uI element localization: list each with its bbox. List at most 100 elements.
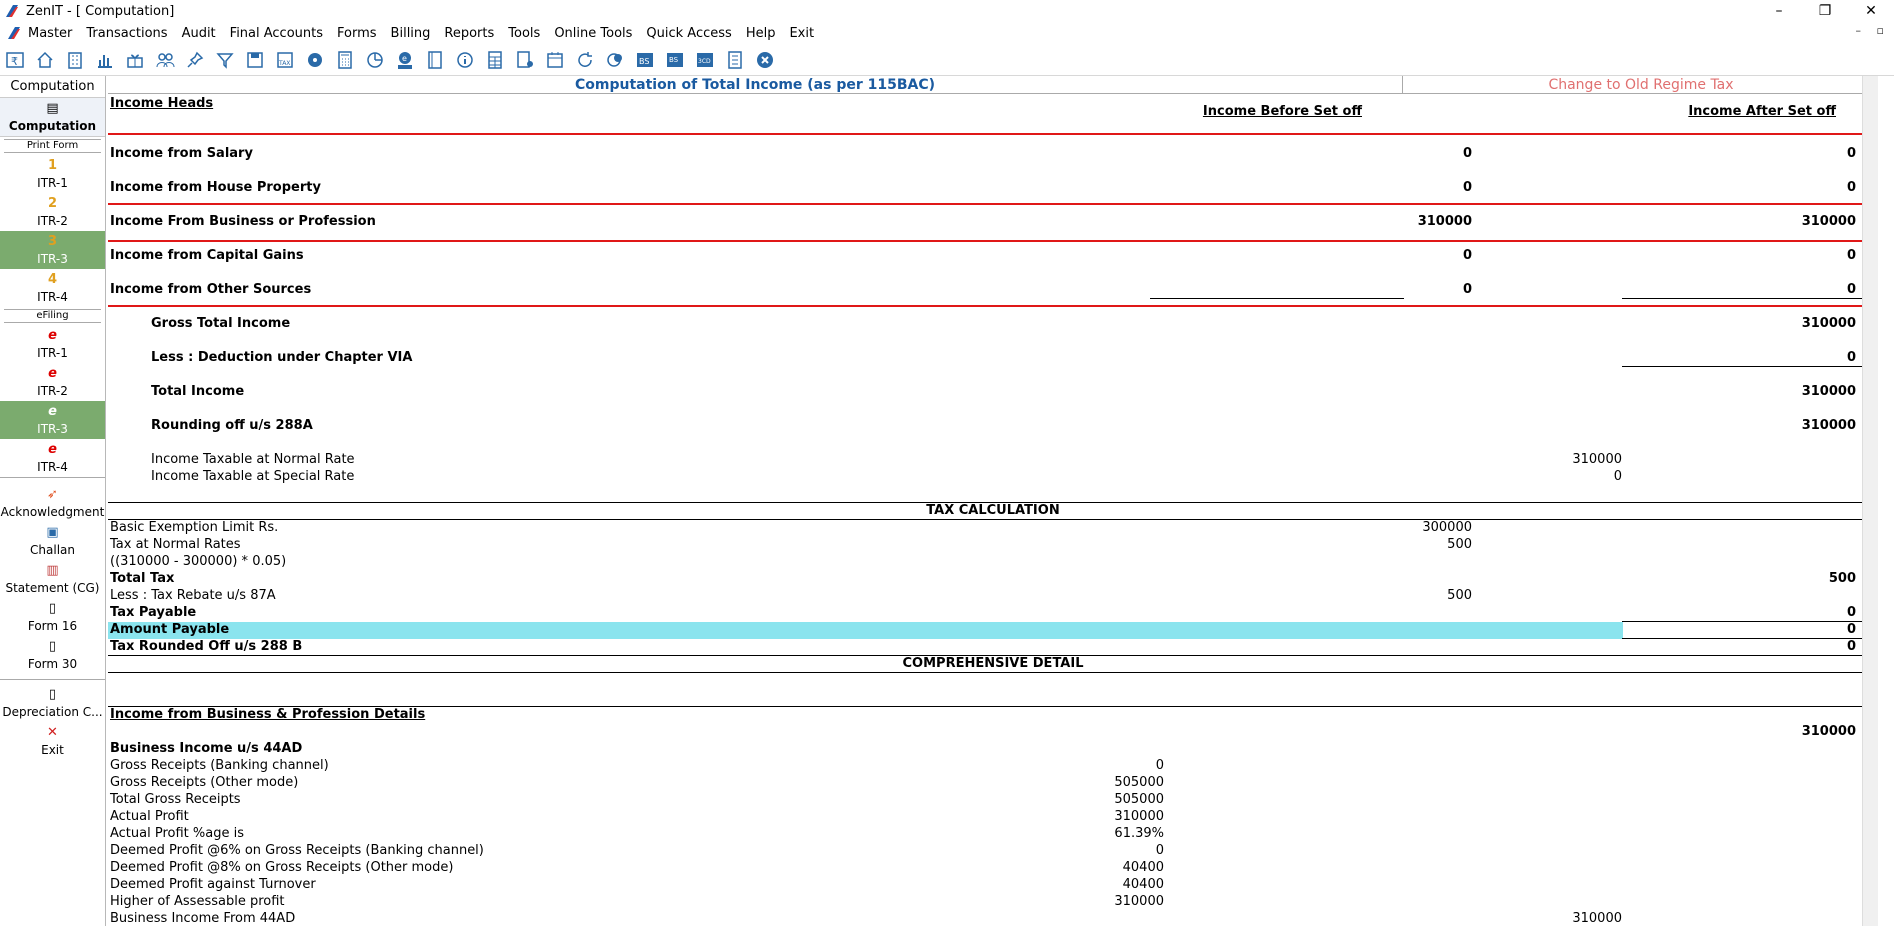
computation-title: Computation of Total Income (as per 115B…: [108, 76, 1403, 94]
sidebar-item-exit[interactable]: ✕ Exit: [0, 722, 105, 760]
menu-transactions[interactable]: Transactions: [86, 26, 167, 41]
taxable-label: Income Taxable at Special Rate: [151, 469, 355, 484]
sidebar-item-form-16[interactable]: ▯ Form 16: [0, 598, 105, 636]
sidebar-item-label: Computation: [8, 119, 97, 133]
building-icon[interactable]: [64, 49, 86, 71]
sidebar-item-depreciation[interactable]: ▯ Depreciation C...: [0, 684, 105, 722]
3cd-icon[interactable]: 3CD: [694, 49, 716, 71]
menu-forms[interactable]: Forms: [337, 26, 377, 41]
computation-header: Computation of Total Income (as per 115B…: [108, 76, 1878, 94]
menu-quick-access[interactable]: Quick Access: [646, 26, 731, 41]
income-heads-title: Income Heads: [110, 96, 214, 111]
menu-final-accounts[interactable]: Final Accounts: [230, 26, 323, 41]
epay-icon[interactable]: e: [394, 49, 416, 71]
subtotal-line: [1622, 366, 1874, 367]
total-value: 310000: [1801, 316, 1856, 331]
book-icon[interactable]: [424, 49, 446, 71]
col-before-setoff: Income Before Set off: [1202, 104, 1362, 119]
filter-icon[interactable]: [214, 49, 236, 71]
bar-chart-icon[interactable]: [94, 49, 116, 71]
rupee-icon[interactable]: ₹: [4, 49, 26, 71]
tax-icon[interactable]: TAX: [274, 49, 296, 71]
sidebar-item-efile-itr-1[interactable]: e ITR-1: [0, 325, 105, 363]
save-icon[interactable]: [244, 49, 266, 71]
vertical-scrollbar[interactable]: [1862, 76, 1878, 926]
close-circle-icon[interactable]: [754, 49, 776, 71]
menu-reports[interactable]: Reports: [444, 26, 494, 41]
form-list-icon[interactable]: [724, 49, 746, 71]
home-icon[interactable]: [34, 49, 56, 71]
menu-master[interactable]: Master: [28, 26, 72, 41]
bp-value: 61.39%: [1114, 826, 1164, 841]
close-button[interactable]: ✕: [1848, 0, 1894, 22]
menu-billing[interactable]: Billing: [391, 26, 431, 41]
sidebar-item-challan[interactable]: ▣ Challan: [0, 522, 105, 560]
taxable-value: 310000: [1572, 452, 1622, 467]
tax-label: Tax Rounded Off u/s 288 B: [110, 639, 303, 654]
sidebar-item-acknowledgment[interactable]: ➶ Acknowledgment: [0, 484, 105, 522]
svg-text:TAX: TAX: [278, 60, 290, 67]
user-document-icon[interactable]: [514, 49, 536, 71]
calendar-icon[interactable]: [544, 49, 566, 71]
sidebar-item-efile-itr-4[interactable]: e ITR-4: [0, 439, 105, 478]
total-value: 310000: [1801, 418, 1856, 433]
gift-icon[interactable]: [124, 49, 146, 71]
sidebar-item-label: ITR-1: [37, 176, 68, 190]
print-form-separator: Print Form: [4, 139, 101, 153]
sidebar-item-efile-itr-3[interactable]: e ITR-3: [0, 401, 105, 439]
disc-icon[interactable]: [304, 49, 326, 71]
menu-help[interactable]: Help: [746, 26, 776, 41]
change-regime-link[interactable]: Change to Old Regime Tax: [1404, 76, 1878, 94]
calculator-icon[interactable]: [334, 49, 356, 71]
sidebar-item-efile-itr-2[interactable]: e ITR-2: [0, 363, 105, 401]
sidebar-item-label: Challan: [30, 543, 75, 557]
bp-value: 40400: [1122, 860, 1164, 875]
taxable-label: Income Taxable at Normal Rate: [151, 452, 355, 467]
income-after: 310000: [1801, 214, 1856, 229]
efiling-separator: eFiling: [4, 309, 101, 323]
sidebar-item-print-itr-4[interactable]: 4 ITR-4: [0, 269, 105, 307]
sidebar-item-print-itr-3[interactable]: 3 ITR-3: [0, 231, 105, 269]
pie-chart-icon[interactable]: [364, 49, 386, 71]
sidebar-item-print-itr-1[interactable]: 1 ITR-1: [0, 155, 105, 193]
menu-audit[interactable]: Audit: [182, 26, 216, 41]
bs-consolidated-icon[interactable]: BS: [664, 49, 686, 71]
tax-value: 500: [1828, 571, 1856, 586]
bp-value: 505000: [1114, 792, 1164, 807]
bp-value: 310000: [1572, 911, 1622, 926]
menu-exit[interactable]: Exit: [789, 26, 814, 41]
bp-label: Total Gross Receipts: [110, 792, 241, 807]
users-icon[interactable]: [154, 49, 176, 71]
refresh-icon[interactable]: [574, 49, 596, 71]
amount-payable-highlight: [108, 622, 1623, 639]
minimize-button[interactable]: –: [1756, 0, 1802, 22]
sidebar-item-print-itr-2[interactable]: 2 ITR-2: [0, 193, 105, 231]
tax-label: Less : Tax Rebate u/s 87A: [110, 588, 276, 603]
sidebar-item-computation[interactable]: ▤ Computation: [0, 98, 105, 137]
mdi-window-controls[interactable]: – ▫: [1856, 24, 1890, 37]
divider: [108, 672, 1878, 673]
tax-label: Tax at Normal Rates: [110, 537, 241, 552]
efile-icon: e: [48, 328, 57, 343]
sidebar-item-form-30[interactable]: ▯ Form 30: [0, 636, 105, 680]
subtotal-line: [1622, 638, 1874, 639]
document-icon: ▯: [48, 601, 57, 616]
sidebar-item-statement-cg[interactable]: ▥ Statement (CG): [0, 560, 105, 598]
statement-chart-icon: ▥: [46, 563, 59, 578]
menu-logo-icon: [8, 27, 20, 39]
pin-icon[interactable]: [184, 49, 206, 71]
tax-formula-text: ((310000 - 300000) * 0.05): [110, 554, 287, 569]
total-value: 310000: [1801, 384, 1856, 399]
menu-tools[interactable]: Tools: [508, 26, 540, 41]
sidebar-item-label: ITR-4: [37, 460, 68, 474]
info-icon[interactable]: [454, 49, 476, 71]
computation-icon: ▤: [46, 101, 59, 116]
sidebar-item-label: Form 16: [27, 619, 78, 633]
restore-button[interactable]: ❐: [1802, 0, 1848, 22]
highlight-box-capital-other: [108, 240, 1876, 307]
menu-online-tools[interactable]: Online Tools: [554, 26, 632, 41]
coin-icon[interactable]: [604, 49, 626, 71]
total-value: 0: [1846, 350, 1856, 365]
bs-icon[interactable]: BS: [634, 49, 656, 71]
spreadsheet-icon[interactable]: [484, 49, 506, 71]
